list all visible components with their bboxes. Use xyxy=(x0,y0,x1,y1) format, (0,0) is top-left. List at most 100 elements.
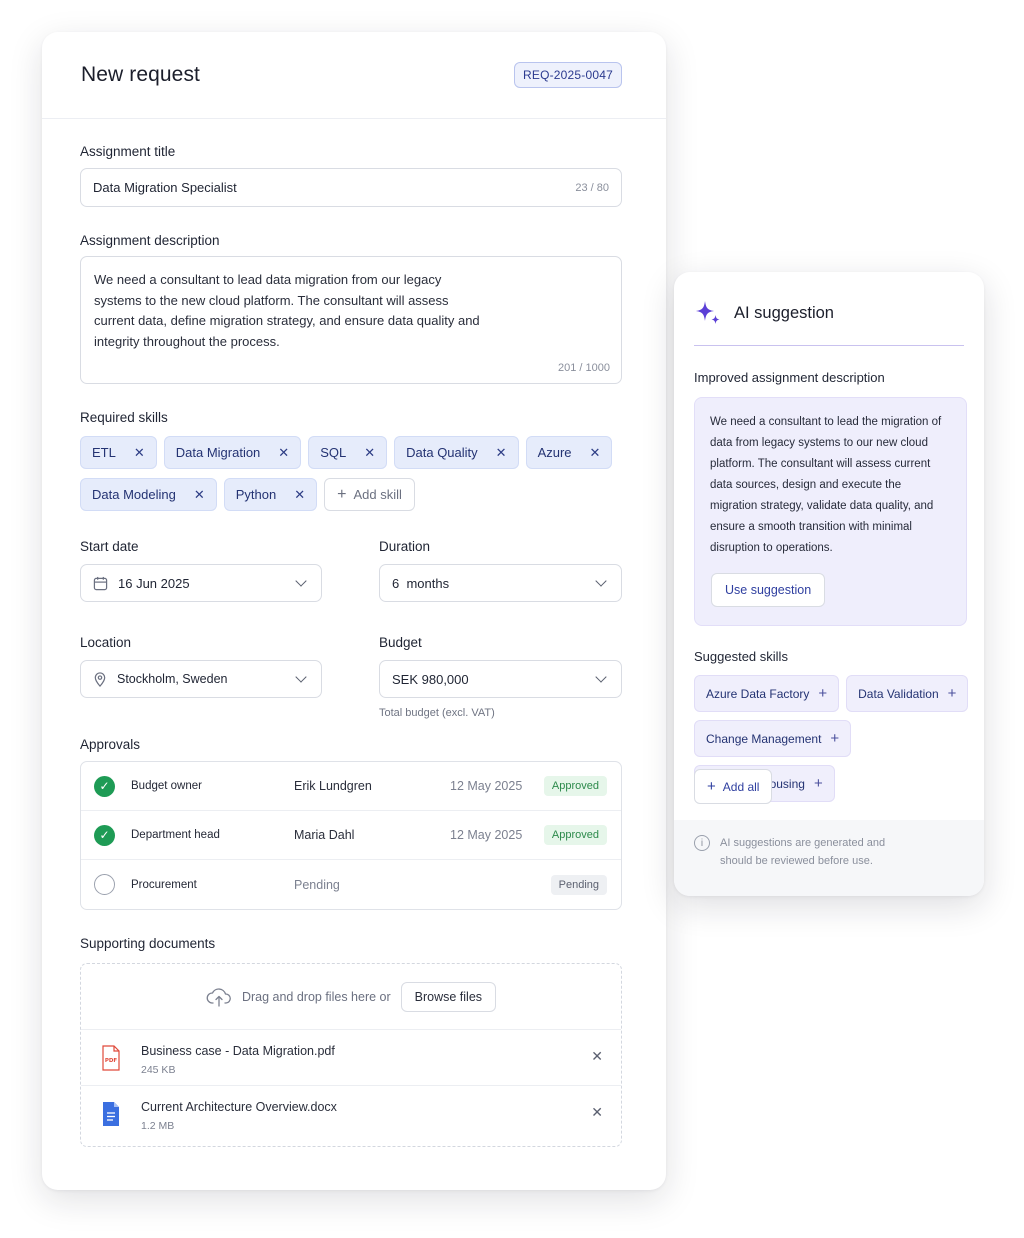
approval-row: ✓ Budget owner Erik Lundgren 12 May 2025… xyxy=(81,762,621,811)
location-select[interactable]: Stockholm, Sweden xyxy=(80,660,322,698)
map-pin-icon xyxy=(94,671,106,687)
chevron-down-icon xyxy=(295,575,307,587)
doc-file-icon xyxy=(103,1102,119,1126)
sparkle-icon xyxy=(696,301,720,324)
status-badge: Approved xyxy=(543,776,607,796)
skill-chip: Data Quality ✕ xyxy=(394,436,519,469)
budget-value: SEK 980,000 xyxy=(392,671,469,687)
budget-select[interactable]: SEK 980,000 xyxy=(379,660,622,698)
supporting-documents-label: Supporting documents xyxy=(80,936,216,951)
location-value: Stockholm, Sweden xyxy=(117,672,228,686)
duration-select[interactable]: 6 months xyxy=(379,564,622,602)
approvals-table: ✓ Budget owner Erik Lundgren 12 May 2025… xyxy=(80,761,622,910)
start-date-value: 16 Jun 2025 xyxy=(118,575,190,591)
status-badge: Pending xyxy=(550,874,607,895)
card-header: New request REQ-2025-0047 xyxy=(42,32,666,119)
skill-chip: Azure ✕ xyxy=(525,436,613,469)
remove-skill-icon[interactable]: ✕ xyxy=(496,445,507,461)
remove-skill-icon[interactable]: ✕ xyxy=(294,487,305,503)
start-date-picker[interactable]: 16 Jun 2025 xyxy=(80,564,322,602)
location-label: Location xyxy=(80,635,132,650)
ai-header: AI suggestion xyxy=(694,298,964,346)
assignment-title-value: Data Migration Specialist xyxy=(93,180,237,195)
improved-description-text: We need a consultant to lead the migrati… xyxy=(710,416,942,554)
request-id-badge: REQ-2025-0047 xyxy=(514,62,622,88)
budget-label: Budget xyxy=(379,635,422,650)
skill-chip: Data Migration ✕ xyxy=(163,436,302,469)
file-dropzone[interactable]: Drag and drop files here or Browse files… xyxy=(80,963,622,1147)
plus-icon: + xyxy=(818,685,828,702)
ai-suggestion-panel: AI suggestion Improved assignment descri… xyxy=(674,272,984,896)
pdf-file-icon: PDF xyxy=(102,1045,120,1071)
skill-chip-label: Data Migration xyxy=(175,445,261,460)
assignment-title-input[interactable]: Data Migration Specialist 23 / 80 xyxy=(80,168,622,207)
approval-row: Procurement Pending Pending xyxy=(81,860,621,909)
remove-skill-icon[interactable]: ✕ xyxy=(590,445,601,461)
remove-file-icon[interactable]: ✕ xyxy=(591,1048,603,1065)
improved-description-label: Improved assignment description xyxy=(694,370,885,385)
skill-chip-label: ETL xyxy=(92,445,116,460)
approvals-label: Approvals xyxy=(80,737,141,752)
assignment-title-label: Assignment title xyxy=(80,144,176,159)
pending-circle-icon xyxy=(94,874,115,895)
improved-description-box: We need a consultant to lead the migrati… xyxy=(694,397,967,626)
assignment-description-value: We need a consultant to lead data migrat… xyxy=(94,272,480,349)
suggested-skill-label: Azure Data Factory xyxy=(706,686,810,701)
drop-row: Drag and drop files here or Browse files xyxy=(81,964,621,1030)
skill-chip-label: Python xyxy=(235,487,277,502)
add-all-label: Add all xyxy=(722,779,760,794)
plus-icon: + xyxy=(813,775,823,792)
page-title: New request xyxy=(81,63,200,86)
plus-icon: + xyxy=(947,685,957,702)
file-item: PDF Business case - Data Migration.pdf 2… xyxy=(81,1030,621,1086)
cloud-upload-icon xyxy=(206,987,231,1007)
approval-person: Erik Lundgren xyxy=(294,779,372,793)
info-icon: i xyxy=(694,835,710,851)
required-skills-list: ETL ✕ Data Migration ✕ SQL ✕ Data Quality ✕ Azur… xyxy=(80,436,640,511)
assignment-description-label: Assignment description xyxy=(80,233,220,248)
suggested-skills-label: Suggested skills xyxy=(694,649,788,664)
skill-chip-label: Data Quality xyxy=(406,445,478,460)
budget-hint: Total budget (excl. VAT) xyxy=(379,707,495,719)
approval-row: ✓ Department head Maria Dahl 12 May 2025… xyxy=(81,811,621,860)
skill-chip: ETL ✕ xyxy=(80,436,157,469)
use-suggestion-button[interactable]: Use suggestion xyxy=(711,573,826,607)
remove-file-icon[interactable]: ✕ xyxy=(591,1104,603,1121)
remove-skill-icon[interactable]: ✕ xyxy=(364,445,375,461)
remove-skill-icon[interactable]: ✕ xyxy=(194,487,205,503)
skill-chip-label: SQL xyxy=(320,445,347,460)
ai-disclaimer: AI suggestions are generated and should … xyxy=(720,837,886,867)
suggested-skill-chip[interactable]: Change Management + xyxy=(694,720,852,757)
status-badge: Approved xyxy=(543,825,607,845)
skill-chip-label: Azure xyxy=(537,445,572,460)
ai-footer: i AI suggestions are generated and shoul… xyxy=(674,820,984,896)
assignment-description-counter: 201 / 1000 xyxy=(558,362,610,374)
browse-files-button[interactable]: Browse files xyxy=(400,981,497,1012)
approval-person: Maria Dahl xyxy=(294,828,355,842)
duration-label: Duration xyxy=(379,539,431,554)
suggested-skill-label: Data Validation xyxy=(858,686,939,701)
chevron-down-icon xyxy=(295,671,307,683)
calendar-icon xyxy=(93,576,108,590)
required-skills-label: Required skills xyxy=(80,410,168,425)
approval-person: Pending xyxy=(294,877,340,892)
add-all-button[interactable]: + Add all xyxy=(694,769,773,804)
skill-chip-label: Data Modeling xyxy=(92,487,176,502)
file-size: 1.2 MB xyxy=(141,1120,175,1132)
remove-skill-icon[interactable]: ✕ xyxy=(278,445,289,461)
assignment-description-textarea[interactable]: We need a consultant to lead data migrat… xyxy=(80,256,622,384)
skill-chip: SQL ✕ xyxy=(308,436,388,469)
new-request-card: New request REQ-2025-0047 Assignment tit… xyxy=(42,32,666,1190)
check-circle-icon: ✓ xyxy=(94,824,115,846)
suggested-skill-chip[interactable]: Data Validation + xyxy=(846,675,969,712)
start-date-label: Start date xyxy=(80,539,139,554)
add-skill-label: Add skill xyxy=(353,487,402,502)
plus-icon: + xyxy=(337,485,347,503)
file-name: Current Architecture Overview.docx xyxy=(141,1100,337,1114)
add-skill-button[interactable]: + Add skill xyxy=(324,478,415,511)
skill-chip: Python ✕ xyxy=(223,478,318,511)
approval-role: Department head xyxy=(131,829,220,841)
suggested-skill-chip[interactable]: Azure Data Factory + xyxy=(694,675,840,712)
remove-skill-icon[interactable]: ✕ xyxy=(134,445,145,461)
approval-date: 12 May 2025 xyxy=(450,779,523,793)
